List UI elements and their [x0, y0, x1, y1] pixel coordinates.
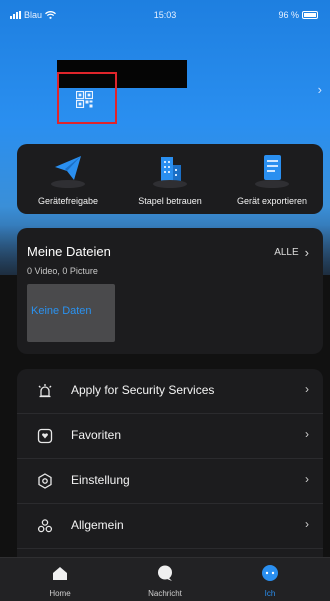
tab-me[interactable]: Ich	[215, 558, 325, 601]
chevron-right-icon: ›	[304, 245, 309, 260]
menu-item-general[interactable]: Allgemein ›	[17, 504, 323, 549]
qr-code-button[interactable]	[57, 72, 117, 124]
export-device-button[interactable]: Gerät exportieren	[221, 144, 323, 214]
status-bar: Blau 15:03 96 %	[0, 0, 330, 30]
chevron-right-icon: ›	[305, 472, 309, 486]
empty-label: Keine Daten	[31, 305, 92, 317]
chevron-right-icon: ›	[305, 427, 309, 441]
file-counts: 0 Video, 0 Picture	[27, 266, 98, 276]
my-files-card: Meine Dateien ALLE › 0 Video, 0 Picture …	[17, 228, 323, 354]
general-icon	[37, 519, 53, 533]
tab-home[interactable]: Home	[5, 558, 115, 601]
profile-chevron-icon[interactable]: ›	[318, 82, 322, 97]
status-right: 96 %	[278, 10, 318, 20]
menu-label: Allgemein	[71, 518, 124, 532]
app-screen: Blau 15:03 96 % › Gerätefreigabe Stapel …	[0, 0, 330, 601]
menu-item-settings[interactable]: Einstellung ›	[17, 459, 323, 504]
tab-label: Nachricht	[148, 589, 182, 598]
home-icon	[53, 567, 67, 580]
view-all-button[interactable]: ALLE ›	[274, 245, 309, 260]
settings-icon	[38, 473, 52, 489]
favorite-icon	[37, 428, 53, 444]
tab-label: Home	[49, 589, 71, 598]
alarm-icon	[38, 384, 52, 398]
icon-base-shadow	[255, 180, 289, 188]
quick-actions-card: Gerätefreigabe Stapel betrauen Gerät exp…	[17, 144, 323, 214]
action-label: Gerät exportieren	[236, 196, 308, 206]
menu-label: Apply for Security Services	[71, 383, 215, 397]
batch-trust-button[interactable]: Stapel betrauen	[119, 144, 221, 214]
menu-label: Einstellung	[71, 473, 130, 487]
bottom-tab-bar: Home Nachricht Ich	[0, 557, 330, 601]
tab-label: Ich	[264, 589, 276, 598]
chevron-right-icon: ›	[305, 517, 309, 531]
action-label: Stapel betrauen	[138, 196, 202, 206]
device-sharing-button[interactable]: Gerätefreigabe	[17, 144, 119, 214]
menu-item-security-services[interactable]: Apply for Security Services ›	[17, 369, 323, 414]
profile-icon	[262, 565, 278, 581]
message-icon	[158, 565, 172, 581]
qr-code-icon	[76, 91, 93, 108]
battery-percent: 96 %	[278, 10, 299, 20]
chevron-right-icon: ›	[305, 382, 309, 396]
menu-item-favorites[interactable]: Favoriten ›	[17, 414, 323, 459]
my-files-title: Meine Dateien	[27, 244, 111, 259]
battery-icon	[302, 11, 318, 19]
menu-label: Favoriten	[71, 428, 122, 442]
empty-files-placeholder: Keine Daten	[27, 284, 115, 342]
settings-menu: Apply for Security Services › Favoriten …	[17, 369, 323, 569]
divider	[17, 548, 323, 549]
view-all-label: ALLE	[274, 247, 299, 258]
icon-base-shadow	[51, 180, 85, 188]
action-label: Gerätefreigabe	[37, 196, 99, 206]
icon-base-shadow	[153, 180, 187, 188]
tab-message[interactable]: Nachricht	[110, 558, 220, 601]
